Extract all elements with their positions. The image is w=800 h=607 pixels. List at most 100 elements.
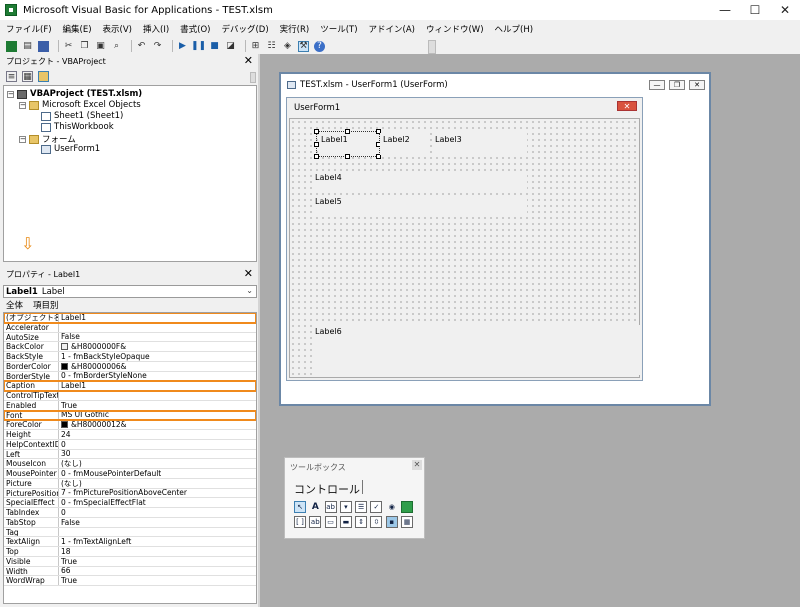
listbox-tool-icon[interactable]: ☰	[355, 501, 368, 513]
reset-icon[interactable]: ■	[209, 41, 220, 52]
textbox-tool-icon[interactable]: ab	[324, 501, 337, 513]
toolbox-icon[interactable]: ⚒	[298, 40, 309, 52]
property-value[interactable]: 0	[59, 440, 256, 449]
property-row[interactable]: TextAlign 1 - fmTextAlignLeft	[4, 537, 256, 547]
property-row[interactable]: Left 30	[4, 449, 256, 460]
cut-icon[interactable]: ✂	[63, 41, 74, 52]
property-row[interactable]: TabStop False	[4, 517, 256, 528]
menu-tools[interactable]: ツール(T)	[320, 23, 357, 35]
property-row[interactable]: Font MS UI Gothic	[4, 409, 256, 422]
property-row[interactable]: Top 18	[4, 547, 256, 557]
undo-icon[interactable]: ↶	[136, 41, 147, 52]
collapse-icon[interactable]: −	[19, 135, 26, 143]
properties-pane-close-icon[interactable]: ✕	[244, 267, 253, 280]
view-excel-icon[interactable]	[6, 40, 17, 52]
tab-categorized[interactable]: 項目別	[33, 299, 59, 311]
property-value[interactable]	[59, 528, 256, 537]
copy-icon[interactable]: ❐	[79, 41, 90, 52]
userform-grid[interactable]: Label1 Label2 Label3 Label4 Label5 Label…	[289, 118, 642, 378]
checkbox-tool-icon[interactable]: ✓	[370, 501, 383, 513]
menu-view[interactable]: 表示(V)	[103, 23, 132, 35]
run-icon[interactable]: ▶	[177, 41, 188, 52]
property-value[interactable]: True	[59, 401, 256, 410]
image-tool-icon[interactable]: ▪	[385, 516, 398, 528]
designer-close-button[interactable]: ✕	[689, 80, 705, 90]
redo-icon[interactable]: ↷	[152, 41, 163, 52]
property-value[interactable]: &H80000012&	[59, 420, 256, 429]
toggle-folders-icon[interactable]	[38, 71, 49, 82]
designer-restore-button[interactable]: ❐	[669, 80, 685, 90]
property-row[interactable]: Caption Label1	[4, 380, 256, 392]
property-value[interactable]: 24	[59, 430, 256, 439]
toolbox-close-icon[interactable]: ✕	[412, 460, 422, 470]
collapse-icon[interactable]: −	[19, 101, 26, 109]
collapse-icon[interactable]: −	[7, 90, 14, 98]
menu-edit[interactable]: 編集(E)	[63, 23, 92, 35]
view-code-icon[interactable]: ≡	[6, 71, 17, 82]
property-value[interactable]: Label1	[59, 313, 256, 322]
property-value[interactable]: 30	[59, 450, 256, 459]
tab-controls[interactable]: コントロール	[294, 481, 360, 497]
property-value[interactable]: 66	[59, 567, 256, 576]
multipage-tool-icon[interactable]: ▬	[339, 516, 352, 528]
property-row[interactable]: HelpContextID 0	[4, 439, 256, 450]
property-value[interactable]: False	[59, 518, 256, 527]
property-value[interactable]: 7 - fmPicturePositionAboveCenter	[59, 489, 256, 498]
property-row[interactable]: Tag	[4, 527, 256, 538]
property-value[interactable]: True	[59, 576, 256, 585]
menu-window[interactable]: ウィンドウ(W)	[426, 23, 484, 35]
property-value[interactable]: 0 - fmBorderStyleNone	[59, 372, 256, 381]
properties-window-icon[interactable]: ☷	[266, 41, 277, 52]
property-row[interactable]: BorderColor &H80000006&	[4, 361, 256, 372]
menu-run[interactable]: 実行(R)	[280, 23, 310, 35]
tree-item-userform1[interactable]: UserForm1	[41, 144, 100, 154]
property-row[interactable]: WordWrap True	[4, 576, 256, 586]
break-icon[interactable]: ❚❚	[191, 41, 206, 52]
chevron-down-icon[interactable]: ⌄	[246, 286, 253, 295]
menu-insert[interactable]: 挿入(I)	[143, 23, 169, 35]
resize-handle[interactable]	[314, 142, 319, 147]
property-value[interactable]: 1 - fmBackStyleOpaque	[59, 352, 256, 361]
toolbar-grip[interactable]	[428, 40, 436, 54]
label4-control[interactable]: Label4	[312, 171, 527, 191]
designer-minimize-button[interactable]: —	[649, 80, 665, 90]
help-icon[interactable]: ?	[314, 40, 325, 52]
combobox-tool-icon[interactable]: ▾	[339, 501, 352, 513]
property-row[interactable]: AutoSize False	[4, 332, 256, 343]
object-selector[interactable]: Label1 Label ⌄	[3, 285, 257, 298]
resize-handle[interactable]	[314, 129, 319, 134]
design-mode-icon[interactable]: ◪	[225, 41, 236, 52]
minimize-button[interactable]: —	[710, 0, 740, 20]
object-browser-icon[interactable]: ◈	[282, 41, 293, 52]
tree-item-thisworkbook[interactable]: ThisWorkbook	[41, 122, 114, 132]
property-value[interactable]: (なし)	[59, 479, 256, 488]
property-row[interactable]: BorderStyle 0 - fmBorderStyleNone	[4, 371, 256, 382]
property-value[interactable]: MS UI Gothic	[59, 411, 256, 420]
label3-control[interactable]: Label3	[432, 133, 527, 155]
property-row[interactable]: PicturePosition 7 - fmPicturePositionAbov…	[4, 488, 256, 499]
menu-addins[interactable]: アドイン(A)	[369, 23, 415, 35]
spinbutton-tool-icon[interactable]: ⇳	[370, 516, 383, 528]
property-row[interactable]: (オブジェクト名) Label1	[4, 313, 256, 324]
togglebutton-tool-icon[interactable]	[401, 501, 414, 513]
tab-alphabetic[interactable]: 全体	[6, 299, 23, 311]
userform1[interactable]: UserForm1 ✕ Label1 Label2 Label3 Label4 …	[286, 97, 643, 381]
menu-file[interactable]: ファイル(F)	[6, 23, 52, 35]
tree-item-sheet1[interactable]: Sheet1 (Sheet1)	[41, 111, 123, 121]
property-value[interactable]: &H80000006&	[59, 362, 256, 371]
label5-control[interactable]: Label5	[312, 195, 527, 215]
property-row[interactable]: Accelerator	[4, 322, 256, 333]
save-icon[interactable]	[38, 40, 49, 52]
property-value[interactable]: &H8000000F&	[59, 342, 256, 351]
property-row[interactable]: Width 66	[4, 566, 256, 577]
resize-handle[interactable]	[345, 154, 350, 159]
property-value[interactable]: Label1	[59, 381, 256, 390]
property-value[interactable]: (なし)	[59, 459, 256, 468]
property-row[interactable]: BackStyle 1 - fmBackStyleOpaque	[4, 352, 256, 362]
view-object-icon[interactable]: ▦	[22, 71, 33, 82]
property-value[interactable]: False	[59, 333, 256, 342]
property-row[interactable]: BackColor &H8000000F&	[4, 342, 256, 352]
refedit-tool-icon[interactable]: ▦	[401, 516, 414, 528]
property-value[interactable]: True	[59, 557, 256, 566]
frame-tool-icon[interactable]: [ ]	[294, 516, 306, 528]
